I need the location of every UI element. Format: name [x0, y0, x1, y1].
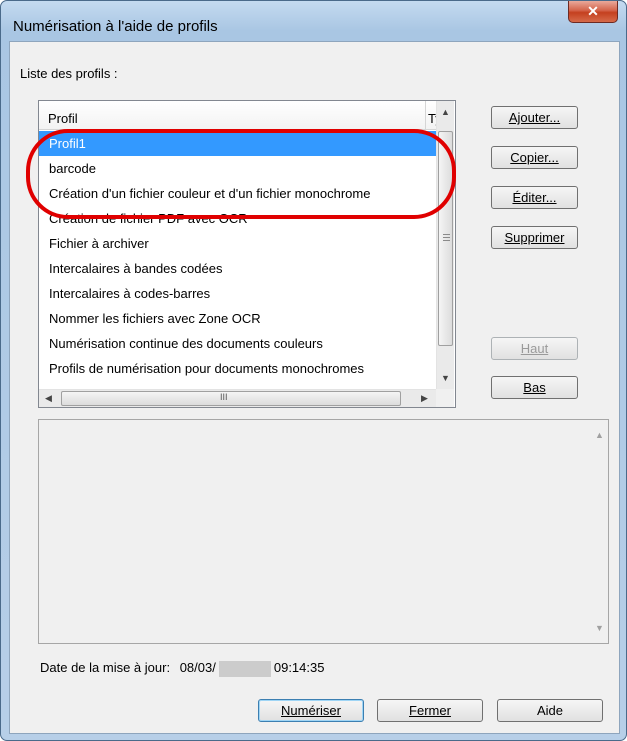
- column-header-profile[interactable]: Profil: [48, 111, 78, 126]
- copy-button[interactable]: Copier...: [491, 146, 578, 169]
- close-window-button[interactable]: ✕: [568, 1, 618, 23]
- title-bar: Numérisation à l'aide de profils ✕: [1, 1, 626, 41]
- profile-rows: Profil1pabarcodepa Création d'un fichier …: [39, 131, 447, 381]
- profile-name: Fichier à archiver: [49, 236, 149, 251]
- horizontal-scroll-thumb[interactable]: III: [61, 391, 401, 406]
- vertical-scrollbar[interactable]: ▲ ▼: [436, 101, 454, 389]
- list-item[interactable]: barcodepa: [39, 156, 447, 181]
- last-update-time: 09:14:35: [273, 660, 325, 675]
- vertical-scroll-thumb[interactable]: [438, 131, 453, 346]
- profile-name: Numérisation continue des documents coul…: [49, 336, 323, 351]
- last-update-line: Date de la mise à jour: 08/03/09:14:35: [40, 660, 324, 677]
- scroll-up-icon[interactable]: ▲: [441, 107, 450, 117]
- profile-name: Nommer les fichiers avec Zone OCR: [49, 311, 261, 326]
- profile-list[interactable]: Profil Ty Profil1pabarcodepa Création d'u…: [38, 100, 456, 408]
- list-item[interactable]: Profils de numérisation pour documents m…: [39, 356, 447, 381]
- profile-list-label: Liste des profils :: [20, 66, 118, 81]
- close-icon: ✕: [587, 3, 599, 19]
- profile-name: Profils de numérisation pour documents m…: [49, 361, 365, 376]
- profile-name: Intercalaires à codes-barres: [49, 286, 211, 301]
- profile-description-box: ▲ ▼: [38, 419, 609, 644]
- list-item[interactable]: Profil1pa: [39, 131, 447, 156]
- list-item[interactable]: Création d'un fichier couleur et d'un fi…: [39, 181, 447, 206]
- scan-button[interactable]: Numériser: [258, 699, 364, 722]
- add-button[interactable]: Ajouter...: [491, 106, 578, 129]
- move-up-button[interactable]: Haut: [491, 337, 578, 360]
- description-scrollbar[interactable]: ▲ ▼: [591, 420, 608, 643]
- profile-name: Profil1: [49, 136, 86, 151]
- scroll-right-icon[interactable]: ▶: [421, 393, 428, 404]
- profile-name: Création d'un fichier couleur et d'un fi…: [49, 186, 371, 201]
- scroll-corner: [436, 389, 454, 407]
- last-update-label: Date de la mise à jour:: [40, 660, 171, 675]
- grip-line: [443, 234, 450, 235]
- list-header: Profil Ty: [39, 101, 442, 130]
- profile-name: Création de fichier PDF avec OCR: [49, 211, 248, 226]
- column-separator[interactable]: [425, 101, 426, 129]
- horizontal-scrollbar[interactable]: ◀ III ▶: [39, 389, 436, 407]
- grip-line: [443, 240, 450, 241]
- scroll-down-icon[interactable]: ▼: [595, 623, 604, 633]
- grip-icon: III: [220, 392, 228, 402]
- list-item[interactable]: Nommer les fichiers avec Zone OCRM: [39, 306, 447, 331]
- dialog-body: Liste des profils : Profil Ty Profil1pab…: [9, 41, 620, 734]
- list-item[interactable]: Création de fichier PDF avec OCRM: [39, 206, 447, 231]
- profile-name: Intercalaires à bandes codées: [49, 261, 223, 276]
- profile-name: barcode: [49, 161, 96, 176]
- dialog-window: Numérisation à l'aide de profils ✕ Liste…: [0, 0, 627, 741]
- help-button[interactable]: Aide: [497, 699, 603, 722]
- window-title: Numérisation à l'aide de profils: [13, 18, 218, 35]
- delete-button[interactable]: Supprimer: [491, 226, 578, 249]
- grip-line: [443, 237, 450, 238]
- scroll-up-icon[interactable]: ▲: [595, 430, 604, 440]
- list-item[interactable]: Intercalaires à bandes codéesM: [39, 256, 447, 281]
- list-item[interactable]: Numérisation continue des documents coul…: [39, 331, 447, 356]
- scroll-down-icon[interactable]: ▼: [441, 373, 450, 383]
- last-update-date: 08/03/: [179, 660, 216, 675]
- list-item[interactable]: Fichier à archiverM: [39, 231, 447, 256]
- list-item[interactable]: Intercalaires à codes-barresM: [39, 281, 447, 306]
- move-down-button[interactable]: Bas: [491, 376, 578, 399]
- scroll-left-icon[interactable]: ◀: [45, 393, 52, 404]
- close-button[interactable]: Fermer: [377, 699, 483, 722]
- redacted-year: [218, 660, 271, 677]
- edit-button[interactable]: Éditer...: [491, 186, 578, 209]
